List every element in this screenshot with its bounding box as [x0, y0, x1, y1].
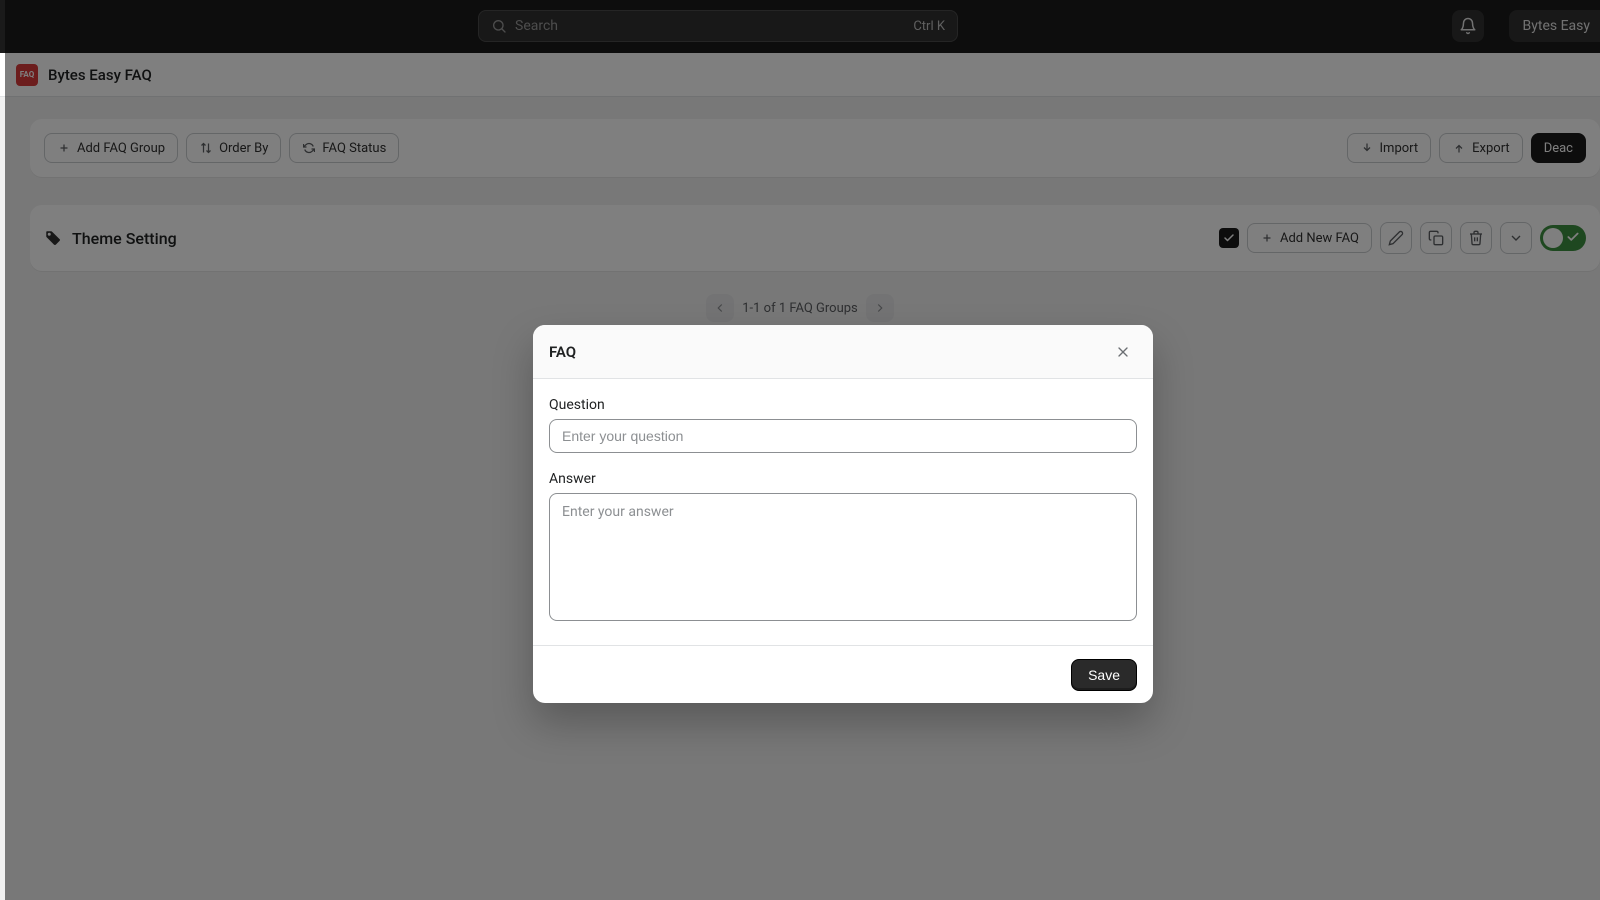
close-icon [1115, 344, 1131, 360]
modal-title: FAQ [549, 343, 576, 361]
modal-body: Question Answer [533, 379, 1153, 645]
close-modal-button[interactable] [1109, 338, 1137, 366]
question-label: Question [549, 397, 1137, 413]
modal-footer: Save [533, 645, 1153, 703]
answer-label: Answer [549, 471, 1137, 487]
question-input[interactable] [549, 419, 1137, 453]
save-button[interactable]: Save [1071, 659, 1137, 691]
modal-header: FAQ [533, 325, 1153, 379]
faq-modal: FAQ Question Answer Save [533, 325, 1153, 703]
answer-input[interactable] [549, 493, 1137, 621]
